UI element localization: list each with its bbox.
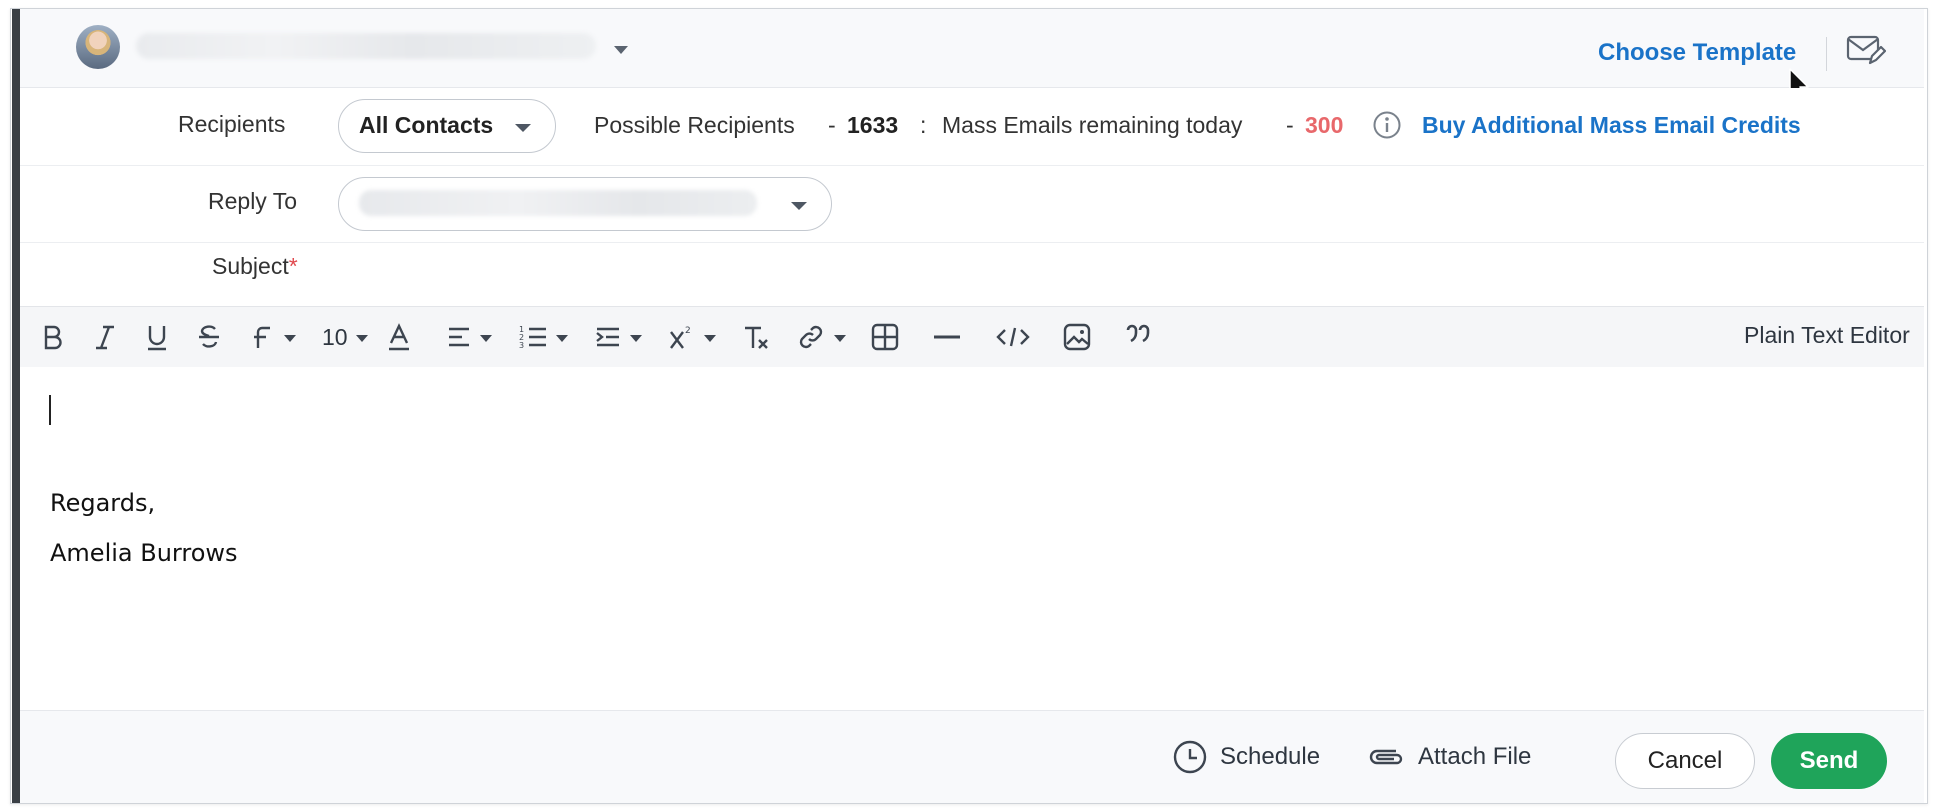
- strikethrough-button[interactable]: [196, 319, 222, 355]
- font-color-button[interactable]: [386, 319, 412, 355]
- cancel-button[interactable]: Cancel: [1615, 733, 1755, 789]
- horizontal-line-button[interactable]: [932, 319, 962, 355]
- strikethrough-icon: [199, 325, 219, 348]
- attach-file-label: Attach File: [1418, 743, 1532, 770]
- font-family-icon: [254, 326, 270, 348]
- subject-label-text: Subject: [212, 253, 289, 279]
- recipients-selected-value: All Contacts: [359, 112, 494, 138]
- info-icon[interactable]: [1372, 110, 1402, 140]
- signature-regards: Regards,: [50, 489, 156, 517]
- subject-row[interactable]: [20, 243, 1924, 245]
- clear-formatting-button[interactable]: [742, 319, 770, 355]
- font-family-button[interactable]: [250, 319, 296, 355]
- chevron-down-icon: [284, 334, 296, 342]
- align-button[interactable]: [446, 319, 492, 355]
- mass-emails-remaining-label: Mass Emails remaining today: [942, 112, 1243, 138]
- subject-label: Subject*: [212, 253, 298, 280]
- paperclip-icon: [1369, 749, 1403, 765]
- required-marker: *: [288, 253, 298, 279]
- email-body-editor[interactable]: Regards, Amelia Burrows: [20, 367, 1924, 710]
- send-button[interactable]: Send: [1771, 733, 1887, 789]
- possible-recipients-separator: -: [828, 112, 836, 138]
- image-icon: [1063, 323, 1091, 351]
- reply-to-address-blurred: [359, 190, 757, 216]
- horizontal-line-icon: [934, 335, 960, 339]
- text-caret: [49, 395, 51, 425]
- schedule-label: Schedule: [1220, 743, 1321, 770]
- choose-template-link[interactable]: Choose Template: [1598, 39, 1796, 67]
- from-address-blurred[interactable]: [136, 33, 596, 59]
- sender-avatar: [76, 25, 120, 69]
- indent-icon: [596, 327, 619, 347]
- superscript-icon: 2: [670, 326, 691, 349]
- ordered-list-button[interactable]: 123: [518, 319, 568, 355]
- mass-emails-remaining-count: 300: [1305, 112, 1344, 138]
- left-edge-strip: [12, 9, 20, 803]
- possible-recipients-count: 1633: [847, 112, 899, 138]
- italic-button[interactable]: [92, 319, 118, 355]
- chevron-down-icon: [630, 334, 642, 342]
- link-icon: [799, 325, 823, 349]
- signature-name: Amelia Burrows: [50, 539, 238, 567]
- chevron-down-icon: [515, 124, 531, 132]
- table-icon: [871, 323, 899, 351]
- underline-button[interactable]: [144, 319, 170, 355]
- chevron-down-icon: [355, 334, 368, 342]
- italic-icon: [96, 325, 114, 350]
- header-divider: [1826, 37, 1827, 71]
- from-dropdown-caret-icon[interactable]: [614, 46, 628, 54]
- underline-icon: [148, 326, 166, 351]
- svg-text:2: 2: [685, 326, 691, 336]
- code-icon: [996, 327, 1030, 347]
- quote-icon: [1126, 324, 1150, 343]
- font-color-icon: [389, 323, 409, 351]
- recipients-label: Recipients: [178, 111, 286, 137]
- plain-text-editor-toggle[interactable]: Plain Text Editor: [1744, 322, 1910, 349]
- mass-email-compose-panel: Choose Template Recipients All Contacts …: [20, 9, 1924, 803]
- bold-icon: [44, 325, 62, 350]
- schedule-button[interactable]: Schedule: [1172, 739, 1320, 775]
- chevron-down-icon: [480, 334, 492, 342]
- table-button[interactable]: [870, 319, 900, 355]
- mail-edit-icon[interactable]: [1846, 33, 1887, 69]
- attach-file-button[interactable]: Attach File: [1366, 739, 1531, 775]
- font-size-value: 10: [322, 323, 348, 350]
- clock-icon: [1173, 740, 1207, 774]
- compose-footer: Schedule Attach File Cancel Send: [20, 710, 1924, 803]
- svg-text:3: 3: [519, 341, 524, 350]
- superscript-button[interactable]: 2: [668, 319, 716, 355]
- ordered-list-icon: 123: [519, 325, 546, 350]
- reply-to-row: Reply To: [20, 166, 1924, 243]
- info-colon: :: [920, 112, 927, 138]
- chevron-down-icon: [704, 334, 716, 342]
- recipients-select[interactable]: All Contacts: [338, 99, 556, 153]
- clear-format-icon: [745, 326, 768, 349]
- recipients-row: Recipients All Contacts Possible Recipie…: [20, 88, 1924, 166]
- font-size-select[interactable]: 10: [322, 319, 368, 355]
- link-button[interactable]: [796, 319, 846, 355]
- bold-button[interactable]: [40, 319, 66, 355]
- blockquote-button[interactable]: [1124, 319, 1154, 355]
- align-left-icon: [449, 327, 469, 347]
- possible-recipients-label: Possible Recipients: [594, 112, 795, 138]
- reply-to-select[interactable]: [338, 177, 832, 231]
- indent-button[interactable]: [594, 319, 642, 355]
- chevron-down-icon: [791, 202, 807, 210]
- compose-header: Choose Template: [20, 9, 1924, 88]
- reply-to-label: Reply To: [208, 188, 298, 214]
- code-button[interactable]: [996, 319, 1030, 355]
- mass-emails-separator: -: [1286, 112, 1294, 138]
- formatting-toolbar: 10 123 2 Plain Text Editor: [20, 306, 1924, 368]
- buy-mass-email-credits-link[interactable]: Buy Additional Mass Email Credits: [1422, 112, 1801, 139]
- chevron-down-icon: [834, 334, 846, 342]
- insert-image-button[interactable]: [1062, 319, 1092, 355]
- chevron-down-icon: [556, 334, 568, 342]
